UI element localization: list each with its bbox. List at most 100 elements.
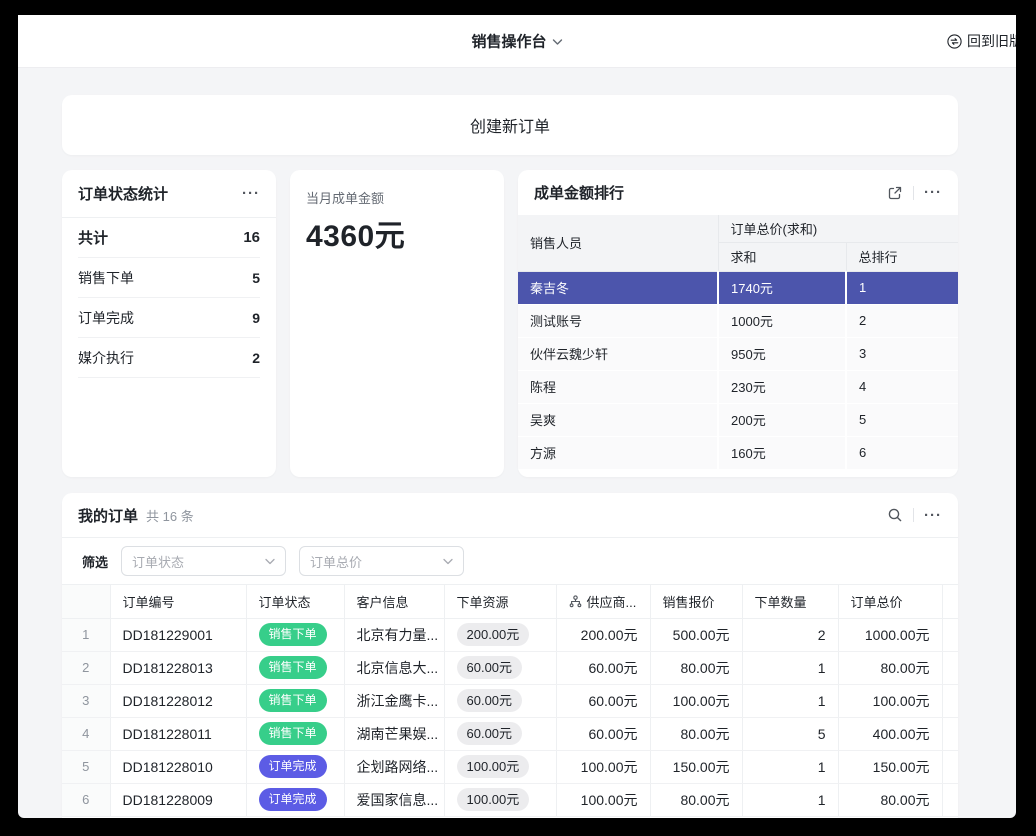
order-status-filter-select[interactable]: 订单状态 bbox=[121, 546, 286, 576]
more-icon[interactable]: ··· bbox=[924, 185, 942, 200]
ranking-col-person[interactable]: 销售人员 bbox=[518, 215, 718, 271]
more-icon[interactable]: ··· bbox=[924, 508, 942, 523]
col-qty[interactable]: 下单数量 bbox=[742, 585, 838, 618]
order-resource-pill: 100.00元 bbox=[457, 755, 530, 779]
amount-value: 4360元 bbox=[306, 211, 488, 255]
order-resource-cell: 60.00元 bbox=[444, 684, 556, 717]
icon-divider bbox=[913, 508, 914, 522]
open-external-icon[interactable] bbox=[887, 185, 903, 201]
order-row[interactable]: 3DD181228012销售下单浙江金鹰卡...60.00元60.00元100.… bbox=[62, 684, 958, 717]
ranking-col-group[interactable]: 订单总价(求和) bbox=[718, 215, 958, 242]
filter-bar: 筛选 订单状态 订单总价 bbox=[62, 538, 958, 585]
order-sales-quote: 500.00元 bbox=[650, 618, 742, 651]
order-resource-pill: 60.00元 bbox=[457, 656, 523, 680]
order-sales-quote: 80.00元 bbox=[650, 651, 742, 684]
order-no: DD181228009 bbox=[110, 783, 246, 816]
ranking-col-rank[interactable]: 总排行 bbox=[846, 242, 958, 271]
order-row[interactable]: 6DD181228009订单完成爱国家信息...100.00元100.00元80… bbox=[62, 783, 958, 816]
order-no: DD181228012 bbox=[110, 684, 246, 717]
status-rows: 共计16销售下单5订单完成9媒介执行2 bbox=[62, 218, 276, 378]
col-resource[interactable]: 下单资源 bbox=[444, 585, 556, 618]
ranking-row[interactable]: 秦吉冬1740元1 bbox=[518, 271, 958, 304]
ranking-sum: 1740元 bbox=[718, 271, 846, 304]
col-quote[interactable]: 销售报价 bbox=[650, 585, 742, 618]
status-row[interactable]: 销售下单5 bbox=[78, 258, 260, 298]
ranking-sum: 200元 bbox=[718, 403, 846, 436]
col-trailing bbox=[942, 585, 958, 618]
order-row[interactable]: 4DD181228011销售下单湖南芒果娱...60.00元60.00元80.0… bbox=[62, 717, 958, 750]
order-sales-quote: 100.00元 bbox=[650, 684, 742, 717]
order-status-cell: 订单完成 bbox=[246, 750, 344, 783]
order-no: DD181228013 bbox=[110, 651, 246, 684]
status-row[interactable]: 订单完成9 bbox=[78, 298, 260, 338]
col-order-status[interactable]: 订单状态 bbox=[246, 585, 344, 618]
create-order-button[interactable]: 创建新订单 bbox=[62, 95, 958, 155]
order-row-number: 3 bbox=[62, 684, 110, 717]
orders-table: 订单编号 订单状态 客户信息 下单资源 bbox=[62, 585, 958, 817]
ranking-person: 吴爽 bbox=[518, 403, 718, 436]
back-to-old-version-link[interactable]: 回到旧版 bbox=[947, 31, 1016, 51]
order-qty: 1 bbox=[742, 750, 838, 783]
order-resource-pill: 60.00元 bbox=[457, 689, 523, 713]
status-row-label: 订单完成 bbox=[78, 308, 134, 328]
order-trailing-cell bbox=[942, 651, 958, 684]
order-supplier-quote: 60.00元 bbox=[556, 717, 650, 750]
ranking-row[interactable]: 陈程230元4 bbox=[518, 370, 958, 403]
order-resource-cell: 100.00元 bbox=[444, 783, 556, 816]
order-no: DD181228010 bbox=[110, 750, 246, 783]
col-customer[interactable]: 客户信息 bbox=[344, 585, 444, 618]
order-total: 400.00元 bbox=[838, 717, 942, 750]
app-window: 销售操作台 回到旧版 创建新订单 订单状态统计 · bbox=[18, 15, 1016, 818]
app-title: 销售操作台 bbox=[471, 31, 546, 52]
col-supplier[interactable]: 供应商... bbox=[556, 585, 650, 618]
amount-ranking-card: 成单金额排行 ··· bbox=[518, 170, 958, 477]
org-relation-icon bbox=[569, 595, 582, 608]
app-title-dropdown[interactable]: 销售操作台 bbox=[471, 31, 562, 52]
order-status-cell: 订单完成 bbox=[246, 783, 344, 816]
order-status-badge: 销售下单 bbox=[259, 689, 327, 711]
ranking-rank: 6 bbox=[846, 436, 958, 469]
status-row-label: 销售下单 bbox=[78, 268, 134, 288]
order-supplier-quote: 200.00元 bbox=[556, 618, 650, 651]
order-total: 80.00元 bbox=[838, 651, 942, 684]
order-row[interactable]: 2DD181228013销售下单北京信息大...60.00元60.00元80.0… bbox=[62, 651, 958, 684]
status-row[interactable]: 共计16 bbox=[78, 218, 260, 258]
order-row[interactable]: 5DD181228010订单完成企划路网络...100.00元100.00元15… bbox=[62, 750, 958, 783]
order-trailing-cell bbox=[942, 684, 958, 717]
order-resource-pill: 100.00元 bbox=[457, 788, 530, 812]
ranking-row[interactable]: 方源160元6 bbox=[518, 436, 958, 469]
order-sales-quote: 80.00元 bbox=[650, 783, 742, 816]
col-order-no[interactable]: 订单编号 bbox=[110, 585, 246, 618]
order-trailing-cell bbox=[942, 618, 958, 651]
order-customer: 企划路网络... bbox=[344, 750, 444, 783]
ranking-person: 伙伴云魏少轩 bbox=[518, 337, 718, 370]
col-total[interactable]: 订单总价 bbox=[838, 585, 942, 618]
ranking-card-title: 成单金额排行 bbox=[534, 182, 624, 203]
order-row-number: 6 bbox=[62, 783, 110, 816]
order-status-badge: 销售下单 bbox=[259, 656, 327, 678]
order-sales-quote: 150.00元 bbox=[650, 750, 742, 783]
ranking-row[interactable]: 测试账号1000元2 bbox=[518, 304, 958, 337]
ranking-col-sum[interactable]: 求和 bbox=[718, 242, 846, 271]
ranking-row[interactable]: 吴爽200元5 bbox=[518, 403, 958, 436]
create-order-label: 创建新订单 bbox=[470, 113, 550, 137]
status-row[interactable]: 媒介执行2 bbox=[78, 338, 260, 378]
search-icon[interactable] bbox=[887, 507, 903, 523]
orders-card-title: 我的订单 bbox=[78, 505, 138, 526]
order-total-filter-select[interactable]: 订单总价 bbox=[299, 546, 464, 576]
order-total: 150.00元 bbox=[838, 750, 942, 783]
order-row[interactable]: 1DD181229001销售下单北京有力量...200.00元200.00元50… bbox=[62, 618, 958, 651]
chevron-down-icon bbox=[553, 37, 563, 46]
order-supplier-quote: 60.00元 bbox=[556, 651, 650, 684]
order-customer: 北京信息大... bbox=[344, 651, 444, 684]
order-customer: 浙江金鹰卡... bbox=[344, 684, 444, 717]
order-total: 100.00元 bbox=[838, 684, 942, 717]
order-resource-cell: 60.00元 bbox=[444, 651, 556, 684]
filter-label: 筛选 bbox=[82, 552, 108, 571]
ranking-person: 方源 bbox=[518, 436, 718, 469]
ranking-sum: 1000元 bbox=[718, 304, 846, 337]
more-icon[interactable]: ··· bbox=[242, 186, 260, 201]
ranking-row[interactable]: 伙伴云魏少轩950元3 bbox=[518, 337, 958, 370]
order-no: DD181228011 bbox=[110, 717, 246, 750]
order-resource-cell: 100.00元 bbox=[444, 750, 556, 783]
